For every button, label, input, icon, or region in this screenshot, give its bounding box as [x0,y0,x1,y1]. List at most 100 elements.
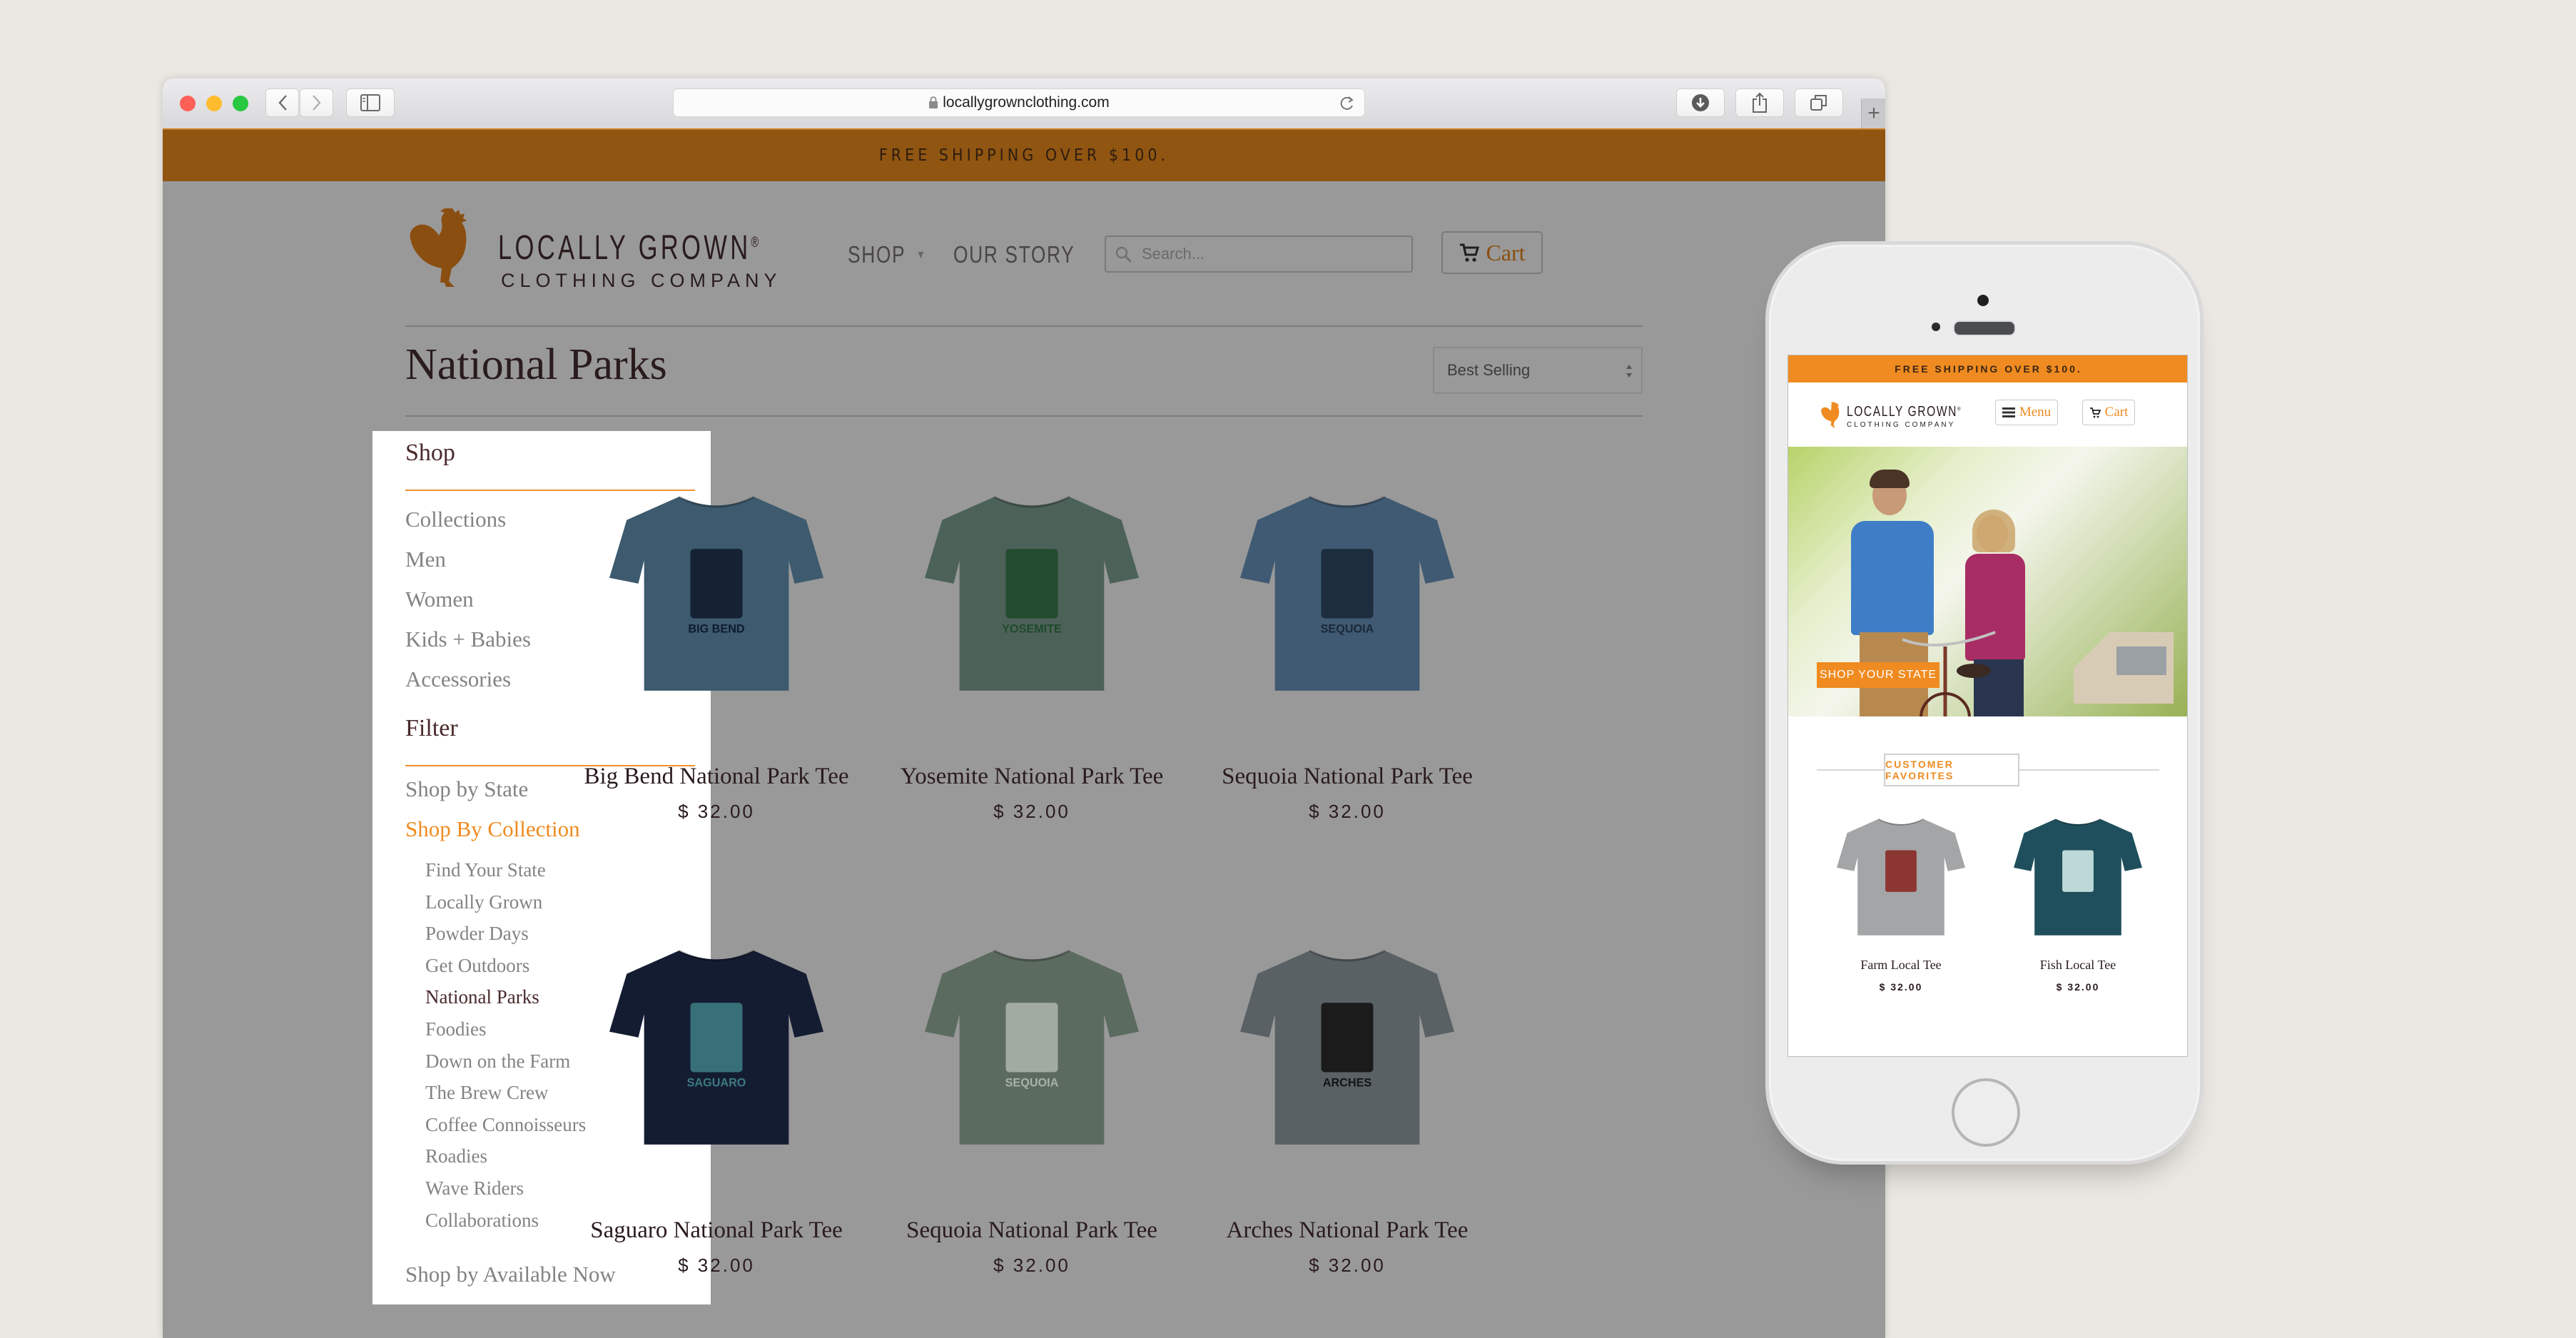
logo-wordmark[interactable]: LOCALLY GROWN® [498,228,761,268]
reload-icon[interactable] [1340,96,1354,111]
nav-our-story[interactable]: OUR STORY [953,241,1075,268]
svg-text:SEQUOIA: SEQUOIA [1005,1077,1059,1090]
collection-item-get-outdoors[interactable]: Get Outdoors [425,955,529,977]
minimize-window-button[interactable] [206,96,222,111]
svg-text:SEQUOIA: SEQUOIA [1321,623,1374,636]
collection-item-powder-days[interactable]: Powder Days [425,923,529,945]
collection-item-roadies[interactable]: Roadies [425,1145,487,1167]
plus-icon: + [1867,101,1880,125]
sidebar-item-women[interactable]: Women [405,587,474,612]
product-image[interactable]: YOSEMITE [882,464,1182,721]
product-card[interactable]: YOSEMITE Yosemite National Park Tee $ 32.… [882,464,1182,823]
new-tab-button[interactable]: + [1861,98,1885,128]
collection-item-find-your-state[interactable]: Find Your State [425,859,546,881]
forward-button[interactable] [300,88,333,117]
downloads-button[interactable] [1676,88,1725,117]
close-window-button[interactable] [180,96,196,111]
collection-item-wave-riders[interactable]: Wave Riders [425,1177,524,1200]
product-card[interactable]: ARCHES Arches National Park Tee $ 32.00 [1197,918,1497,1277]
mobile-logo-line-1: LOCALLY GROWN [1847,404,1957,420]
collection-item-national-parks[interactable]: National Parks [425,986,539,1008]
collection-item-foodies[interactable]: Foodies [425,1018,487,1040]
mobile-tshirt-image [1837,818,1965,936]
mobile-tshirt-image [2014,818,2142,936]
mobile-product-card[interactable]: Farm Local Tee $ 32.00 [1830,812,1972,993]
svg-text:YOSEMITE: YOSEMITE [1002,623,1062,636]
mobile-logo-wordmark: LOCALLY GROWN® [1847,404,1962,420]
product-name[interactable]: Yosemite National Park Tee [896,756,1167,796]
phone-screen: FREE SHIPPING OVER $100. LOCALLY GROWN® … [1788,355,2188,1057]
proximity-sensor [1932,323,1940,331]
hero-woman-hair [1972,510,2015,552]
shipping-banner-text: FREE SHIPPING OVER $100. [878,146,1170,165]
shipping-banner: FREE SHIPPING OVER $100. [163,128,1885,181]
mobile-product-price: $ 32.00 [1879,981,1923,993]
sort-select[interactable]: Best Selling [1433,347,1643,394]
nav-shop[interactable]: SHOP ▼ [848,241,926,268]
product-card[interactable]: BIG BEND Big Bend National Park Tee $ 32.… [567,464,866,823]
sidebar-toggle-button[interactable] [346,88,395,117]
logo-subline: CLOTHING COMPANY [501,270,782,291]
product-card[interactable]: SEQUOIA Sequoia National Park Tee $ 32.00 [882,918,1182,1277]
product-image[interactable]: BIG BEND [567,464,866,721]
shop-your-state-button[interactable]: SHOP YOUR STATE [1817,662,1939,688]
product-image[interactable]: SEQUOIA [882,918,1182,1175]
product-name[interactable]: Sequoia National Park Tee [882,1210,1182,1250]
tshirt-image: SAGUARO [609,949,823,1145]
nav-shop-label: SHOP [848,241,906,268]
download-icon [1692,94,1709,111]
mobile-rooster-logo-icon[interactable] [1820,400,1842,432]
collection-item-locally-grown[interactable]: Locally Grown [425,891,542,913]
header-divider [405,325,1643,327]
collection-item-coffee-connoisseurs[interactable]: Coffee Connoisseurs [425,1114,586,1136]
home-button[interactable] [1952,1078,2020,1147]
mobile-cart-button[interactable]: Cart [2082,400,2135,425]
sidebar-item-accessories[interactable]: Accessories [405,667,511,692]
sidebar-item-collections[interactable]: Collections [405,507,506,532]
product-name[interactable]: Big Bend National Park Tee [581,756,852,796]
collection-item-down-on-the-farm[interactable]: Down on the Farm [425,1050,570,1073]
lock-icon [929,96,938,108]
mobile-hero-image[interactable]: SHOP YOUR STATE [1788,447,2187,716]
filter-shop-by-collection[interactable]: Shop By Collection [405,816,580,842]
cart-icon [1460,243,1480,262]
back-button[interactable] [265,88,299,117]
sidebar-icon [360,94,380,111]
filter-shop-by-state[interactable]: Shop by State [405,776,528,802]
search-input[interactable]: Search... [1105,235,1413,273]
product-name[interactable]: Arches National Park Tee [1197,1210,1497,1250]
product-card[interactable]: SAGUARO Saguaro National Park Tee $ 32.00 [567,918,866,1277]
show-tabs-button[interactable] [1795,88,1843,117]
collection-item-collaborations[interactable]: Collaborations [425,1210,539,1232]
product-image[interactable]: SAGUARO [567,918,866,1175]
product-image[interactable]: ARCHES [1197,918,1497,1175]
cart-button[interactable]: Cart [1441,231,1543,274]
svg-text:SAGUARO: SAGUARO [687,1077,746,1090]
mobile-menu-button[interactable]: Menu [1995,400,2058,425]
mobile-logo-subline: CLOTHING COMPANY [1847,421,1956,429]
sidebar-item-men[interactable]: Men [405,547,446,572]
mobile-shipping-banner: FREE SHIPPING OVER $100. [1788,355,2187,382]
mobile-product-card[interactable]: Fish Local Tee $ 32.00 [2007,812,2149,993]
earpiece-speaker [1953,320,2016,336]
title-divider [405,415,1643,417]
product-name[interactable]: Sequoia National Park Tee [1197,756,1497,796]
collection-item-the-brew-crew[interactable]: The Brew Crew [425,1082,548,1104]
share-button[interactable] [1735,88,1784,117]
sidebar-item-kids-babies[interactable]: Kids + Babies [405,627,531,652]
product-price: $ 32.00 [993,1255,1070,1276]
zoom-window-button[interactable] [233,96,248,111]
product-card[interactable]: SEQUOIA Sequoia National Park Tee $ 32.00 [1197,464,1497,823]
mobile-menu-label: Menu [2019,405,2052,420]
customer-favorites-heading: CUSTOMER FAVORITES [1884,754,2019,786]
rooster-logo-icon[interactable] [405,206,477,298]
mobile-product-name[interactable]: Fish Local Tee [2007,958,2149,973]
product-image[interactable]: SEQUOIA [1197,464,1497,721]
tshirt-image: ARCHES [1240,949,1454,1145]
product-name[interactable]: Saguaro National Park Tee [567,1210,866,1250]
mobile-product-name[interactable]: Farm Local Tee [1830,958,1972,973]
mobile-cart-label: Cart [2104,405,2129,420]
mobile-product-image[interactable] [1830,812,1972,941]
mobile-product-image[interactable] [2007,812,2149,941]
address-bar[interactable]: locallygrownclothing.com [673,88,1365,117]
